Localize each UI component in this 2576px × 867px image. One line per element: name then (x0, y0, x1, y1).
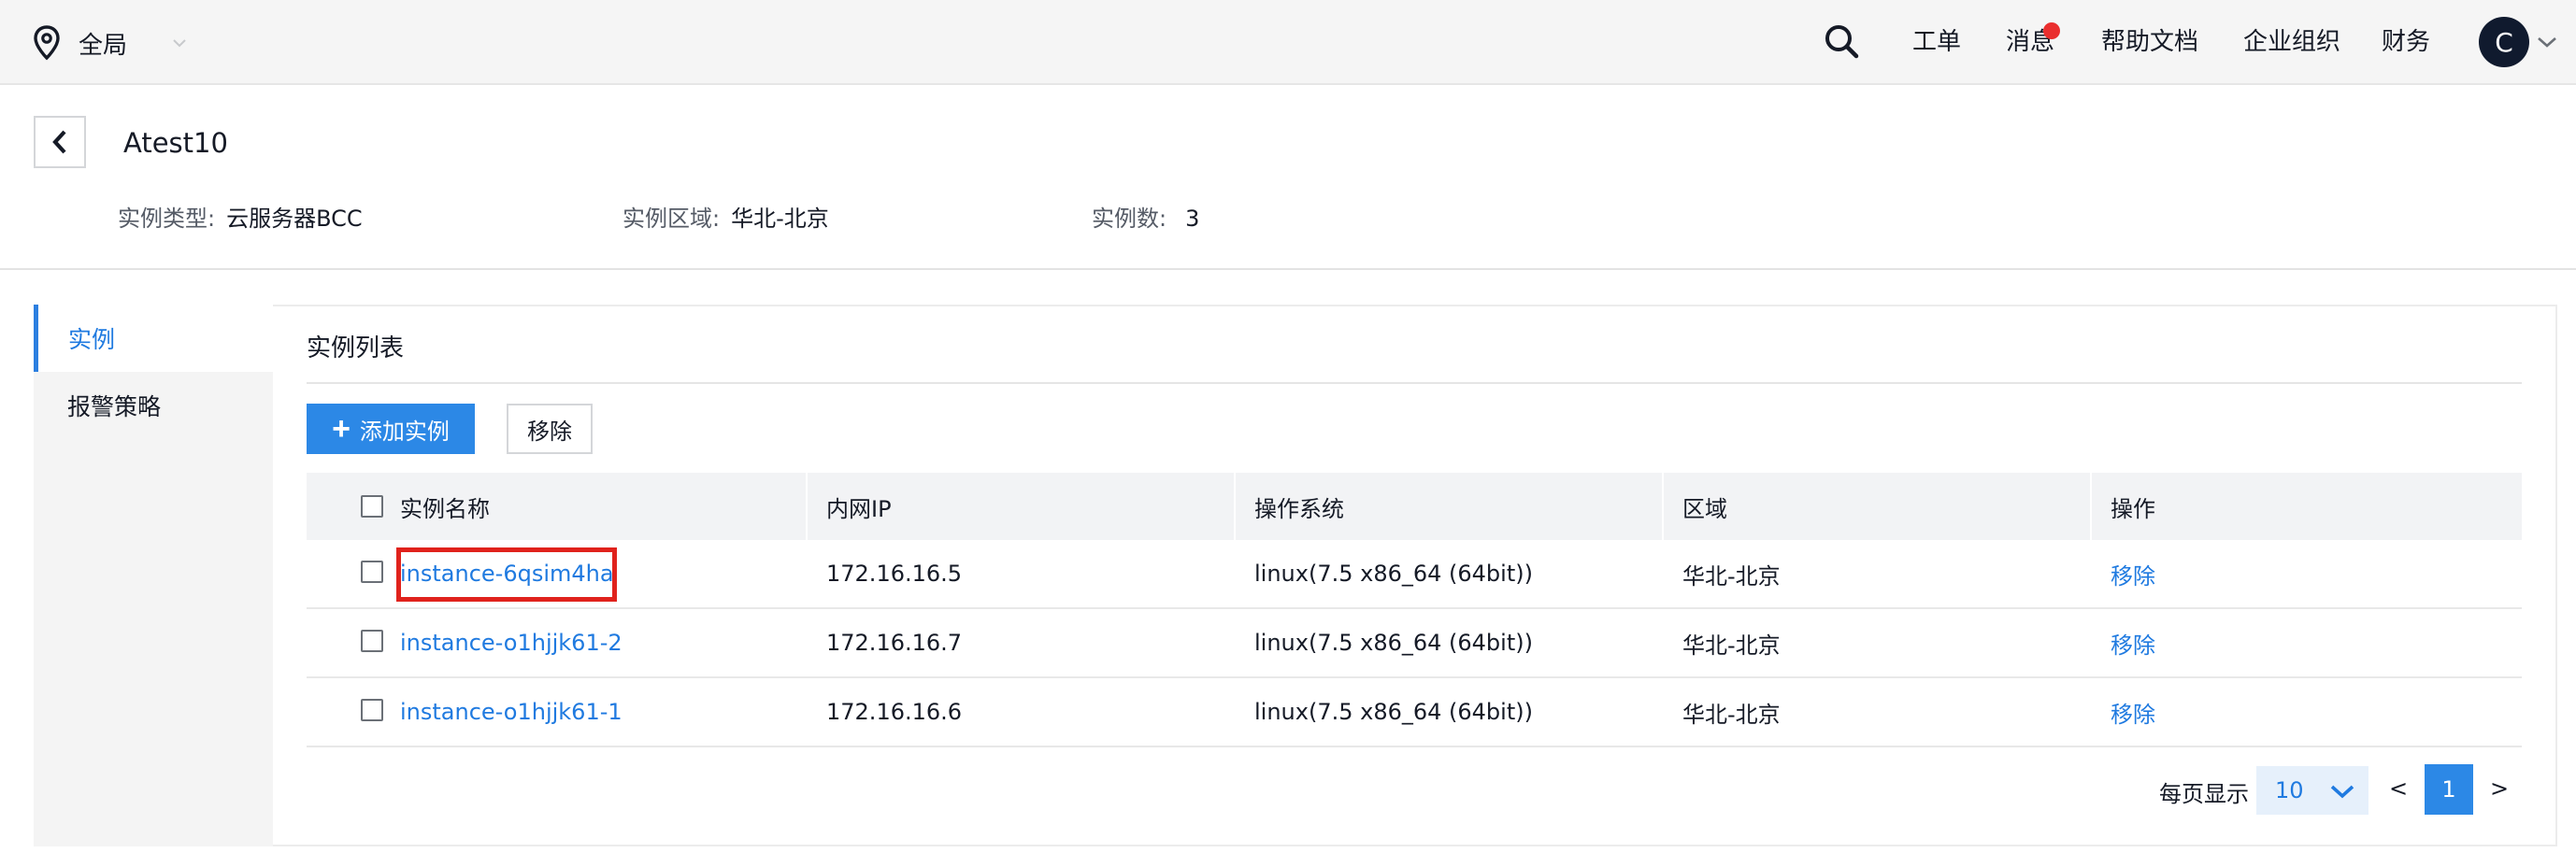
search-icon[interactable] (1823, 22, 1860, 60)
instance-ip: 172.16.16.7 (826, 630, 963, 656)
column-separator (2090, 473, 2092, 540)
instance-ip: 172.16.16.5 (826, 561, 963, 587)
section-title: 实例列表 (307, 334, 405, 362)
plus-icon: + (332, 411, 351, 447)
table-row: instance-o1hjjk61-2 172.16.16.7 linux(7.… (307, 609, 2522, 678)
instance-os: linux(7.5 x86_64 (64bit)) (1254, 561, 1533, 587)
table-row: instance-6qsim4ha 172.16.16.5 linux(7.5 … (307, 540, 2522, 609)
table-header: 实例名称 内网IP 操作系统 区域 操作 (307, 473, 2522, 540)
top-navigation-bar: 全局 工单 消息 帮助文档 企业组织 财务 C (0, 0, 2576, 85)
remove-link[interactable]: 移除 (2111, 678, 2155, 746)
instance-count-value: 3 (1185, 206, 1200, 232)
next-page-button[interactable]: > (2490, 775, 2509, 802)
sidebar: 实例 报警策略 (34, 305, 273, 846)
back-button[interactable] (34, 116, 86, 168)
instance-region: 华北-北京 (1682, 632, 1781, 659)
row-checkbox[interactable] (361, 699, 383, 721)
column-separator (806, 473, 808, 540)
region-value: 华北-北京 (731, 206, 829, 232)
column-header-action: 操作 (2111, 495, 2155, 522)
select-all-checkbox[interactable] (361, 495, 383, 518)
instance-region: 华北-北京 (1682, 562, 1781, 590)
per-page-label: 每页显示 (2159, 781, 2249, 807)
region-info: 实例区域: 华北-北京 (623, 204, 829, 234)
per-page-value: 10 (2275, 777, 2304, 803)
row-checkbox[interactable] (361, 561, 383, 583)
chevron-down-icon (2330, 785, 2354, 799)
table-row: instance-o1hjjk61-1 172.16.16.6 linux(7.… (307, 678, 2522, 747)
instance-count-info: 实例数: 3 (1092, 204, 1199, 234)
instance-name-link[interactable]: instance-o1hjjk61-2 (400, 609, 623, 676)
per-page-select[interactable]: 10 (2256, 766, 2368, 815)
chevron-down-icon (173, 39, 186, 48)
page-1-button[interactable]: 1 (2425, 764, 2473, 815)
location-pin-icon (34, 25, 60, 61)
sidebar-item-alarm-policy[interactable]: 报警策略 (34, 372, 273, 439)
instance-os: linux(7.5 x86_64 (64bit)) (1254, 699, 1533, 725)
nav-organization[interactable]: 企业组织 (2243, 26, 2340, 58)
instance-ip: 172.16.16.6 (826, 699, 963, 725)
remove-button[interactable]: 移除 (507, 404, 593, 454)
highlight-box (396, 547, 617, 602)
nav-tickets[interactable]: 工单 (1912, 26, 1961, 58)
column-separator (1662, 473, 1664, 540)
nav-help-docs[interactable]: 帮助文档 (2101, 26, 2198, 58)
header-divider (0, 268, 2576, 270)
remove-link[interactable]: 移除 (2111, 540, 2155, 607)
instance-region: 华北-北京 (1682, 701, 1781, 728)
region-label: 全局 (79, 31, 128, 60)
column-header-os: 操作系统 (1254, 495, 1344, 522)
column-separator (1234, 473, 1236, 540)
message-badge (2043, 22, 2060, 39)
column-header-name: 实例名称 (400, 495, 490, 522)
section-divider (307, 382, 2522, 384)
add-instance-label: 添加实例 (359, 419, 450, 445)
row-checkbox[interactable] (361, 630, 383, 652)
instance-type-info: 实例类型: 云服务器BCC (118, 204, 363, 234)
remove-link[interactable]: 移除 (2111, 609, 2155, 676)
region-selector[interactable]: 全局 (32, 22, 187, 64)
instance-type-key: 实例类型: (118, 206, 216, 232)
chevron-left-icon (52, 130, 66, 154)
sidebar-item-instances[interactable]: 实例 (34, 305, 273, 372)
column-header-ip: 内网IP (826, 495, 892, 522)
add-instance-button[interactable]: + 添加实例 (307, 404, 475, 454)
nav-finance[interactable]: 财务 (2382, 26, 2430, 58)
avatar[interactable]: C (2479, 17, 2529, 67)
column-header-region: 区域 (1682, 495, 1727, 522)
page-title: Atest10 (123, 127, 228, 159)
instance-os: linux(7.5 x86_64 (64bit)) (1254, 630, 1533, 656)
instance-count-key: 实例数: (1092, 206, 1167, 232)
instance-name-link[interactable]: instance-o1hjjk61-1 (400, 678, 623, 746)
previous-page-button[interactable]: < (2389, 775, 2408, 802)
chevron-down-icon[interactable] (2537, 36, 2557, 49)
region-key: 实例区域: (623, 206, 721, 232)
instance-type-value: 云服务器BCC (226, 206, 363, 232)
